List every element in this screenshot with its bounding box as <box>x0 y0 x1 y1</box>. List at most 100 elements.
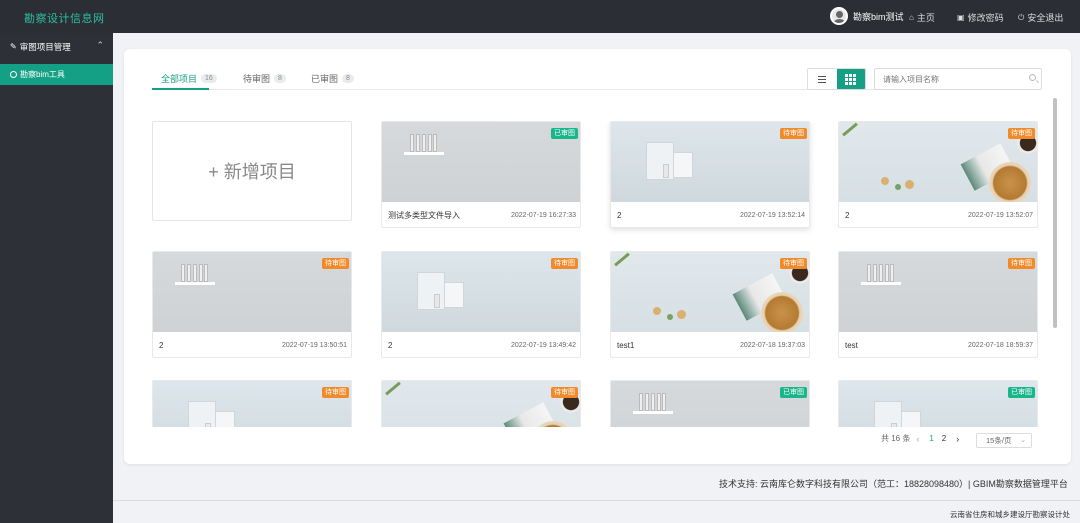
status-badge: 待审图 <box>322 387 349 398</box>
circle-icon <box>10 71 17 78</box>
project-card[interactable]: 已审图 <box>838 380 1038 427</box>
pagination: 共 16 条 ‹ 1 2 › <box>881 433 965 444</box>
sidebar-group-review[interactable]: ✎ 审图项目管理 ⌃ <box>0 33 113 60</box>
project-thumbnail: 待审图 <box>153 381 351 427</box>
status-badge: 待审图 <box>551 258 578 269</box>
project-card[interactable]: 待审图 <box>152 380 352 427</box>
project-card[interactable]: 待审图 <box>381 380 581 427</box>
project-card-footer: 2 2022-07-19 13:49:42 <box>382 332 580 357</box>
pagination-total: 共 16 条 <box>881 434 911 443</box>
project-card[interactable]: 已审图 <box>610 380 810 427</box>
project-grid: + 新增项目 已审图 测试多类型文件导入 2022-07-19 16:27:33 待审… <box>124 121 1071 427</box>
change-password-link[interactable]: ▣ 修改密码 <box>957 11 1004 24</box>
sidebar-item-label: 勘察bim工具 <box>20 70 65 79</box>
site-logo[interactable]: 勘察设计信息网 <box>24 10 105 26</box>
tab-all[interactable]: 全部项目 16 <box>161 72 217 85</box>
project-thumbnail: 已审图 <box>382 122 580 202</box>
status-badge: 已审图 <box>780 387 807 398</box>
project-card[interactable]: 已审图测试多类型文件导入 2022-07-19 16:27:33 <box>381 121 581 228</box>
project-thumbnail: 待审图 <box>839 252 1037 332</box>
tab-count: 8 <box>274 74 286 83</box>
tab-count: 8 <box>342 74 354 83</box>
project-name: 2 <box>617 211 622 220</box>
sidebar: ✎ 审图项目管理 ⌃ 勘察bim工具 <box>0 33 113 523</box>
add-project-button[interactable]: + 新增项目 <box>152 121 352 221</box>
project-panel: 全部项目 16 待审图 8 已审图 8 + 新增项目 已审图测试多类型文件导入2… <box>124 49 1071 464</box>
chevron-down-icon: ⌄ <box>1020 437 1026 444</box>
project-thumbnail: 已审图 <box>839 381 1037 427</box>
project-thumbnail: 待审图 <box>382 252 580 332</box>
project-card[interactable]: 待审图 test1 2022-07-18 19:37:03 <box>610 251 810 358</box>
logout-link[interactable]: ⏻ 安全退出 <box>1018 11 1063 24</box>
project-name: test1 <box>617 341 635 350</box>
project-thumbnail: 待审图 <box>611 122 809 202</box>
chevron-up-icon: ⌃ <box>96 40 104 50</box>
list-icon <box>818 75 827 83</box>
next-page-icon[interactable]: › <box>956 434 959 444</box>
project-card[interactable]: 待审图 2 2022-07-19 13:49:42 <box>381 251 581 358</box>
footer-copyright: 云南省住房和城乡建设厅勘察设计处 <box>950 510 1070 519</box>
list-view-button[interactable] <box>808 69 837 89</box>
project-card[interactable]: 待审图 test 2022-07-18 18:59:37 <box>838 251 1038 358</box>
project-timestamp: 2022-07-19 13:50:51 <box>282 342 347 349</box>
project-thumbnail: 待审图 <box>839 122 1037 202</box>
project-thumbnail: 待审图 <box>611 252 809 332</box>
sidebar-group-label: 审图项目管理 <box>19 41 71 52</box>
avatar <box>830 7 848 25</box>
project-timestamp: 2022-07-19 13:49:42 <box>511 342 576 349</box>
tab-approved[interactable]: 已审图 8 <box>311 72 354 85</box>
project-timestamp: 2022-07-18 18:59:37 <box>968 342 1033 349</box>
user-menu[interactable]: 勘察bim测试 <box>830 7 904 25</box>
project-card-footer: 2 2022-07-19 13:52:07 <box>839 202 1037 227</box>
edit-icon: ✎ <box>10 42 17 51</box>
footer-divider <box>113 500 1080 501</box>
project-card-footer: 2 2022-07-19 13:50:51 <box>153 332 351 357</box>
project-name: 2 <box>159 341 164 350</box>
status-badge: 待审图 <box>780 258 807 269</box>
project-card[interactable]: 待审图 2 2022-07-19 13:52:07 <box>838 121 1038 228</box>
status-badge: 待审图 <box>780 128 807 139</box>
status-badge: 已审图 <box>551 128 578 139</box>
project-timestamp: 2022-07-19 13:52:14 <box>740 212 805 219</box>
user-name: 勘察bim测试 <box>853 11 904 22</box>
project-card[interactable]: 待审图 2 2022-07-19 13:52:14 <box>610 121 810 228</box>
tab-pending[interactable]: 待审图 8 <box>243 72 286 85</box>
lock-icon: ▣ <box>957 13 965 22</box>
project-timestamp: 2022-07-19 16:27:33 <box>511 212 576 219</box>
project-name: test <box>845 341 858 350</box>
tab-count: 16 <box>201 74 217 83</box>
project-name: 2 <box>388 341 393 350</box>
active-tab-indicator <box>152 88 209 90</box>
sidebar-item-bim-tool[interactable]: 勘察bim工具 <box>0 64 113 85</box>
grid-icon <box>845 73 857 85</box>
project-card-footer: 2 2022-07-19 13:52:14 <box>611 202 809 227</box>
search-icon[interactable] <box>1029 74 1036 81</box>
tech-support-text: 技术支持: 云南库仑数字科技有限公司（范工：18828098480）| GBIM… <box>719 479 1068 489</box>
status-badge: 已审图 <box>1008 387 1035 398</box>
project-card-footer: 测试多类型文件导入 2022-07-19 16:27:33 <box>382 202 580 227</box>
status-badge: 待审图 <box>322 258 349 269</box>
project-card-footer: test1 2022-07-18 19:37:03 <box>611 332 809 357</box>
status-badge: 待审图 <box>1008 128 1035 139</box>
status-badge: 待审图 <box>1008 258 1035 269</box>
page-2[interactable]: 2 <box>942 434 946 443</box>
home-icon: ⌂ <box>909 13 914 22</box>
project-timestamp: 2022-07-19 13:52:07 <box>968 212 1033 219</box>
project-name: 测试多类型文件导入 <box>388 211 460 220</box>
status-badge: 待审图 <box>551 387 578 398</box>
scrollbar[interactable] <box>1053 98 1057 328</box>
project-timestamp: 2022-07-18 19:37:03 <box>740 342 805 349</box>
grid-view-button[interactable] <box>836 69 865 89</box>
project-thumbnail: 已审图 <box>611 381 809 427</box>
project-name: 2 <box>845 211 850 220</box>
power-icon: ⏻ <box>1018 12 1025 22</box>
home-link[interactable]: ⌂ 主页 <box>909 11 935 24</box>
search-input[interactable] <box>874 68 1042 90</box>
prev-page-icon[interactable]: ‹ <box>916 434 919 444</box>
top-bar: 勘察设计信息网 勘察bim测试 ⌂ 主页 ▣ 修改密码 ⏻ 安全退出 <box>0 0 1080 33</box>
page-1[interactable]: 1 <box>929 434 933 443</box>
page-size-select[interactable]: 15条/页 ⌄ <box>976 433 1032 448</box>
project-thumbnail: 待审图 <box>382 381 580 427</box>
project-card[interactable]: 待审图 2 2022-07-19 13:50:51 <box>152 251 352 358</box>
project-card-footer: test 2022-07-18 18:59:37 <box>839 332 1037 357</box>
